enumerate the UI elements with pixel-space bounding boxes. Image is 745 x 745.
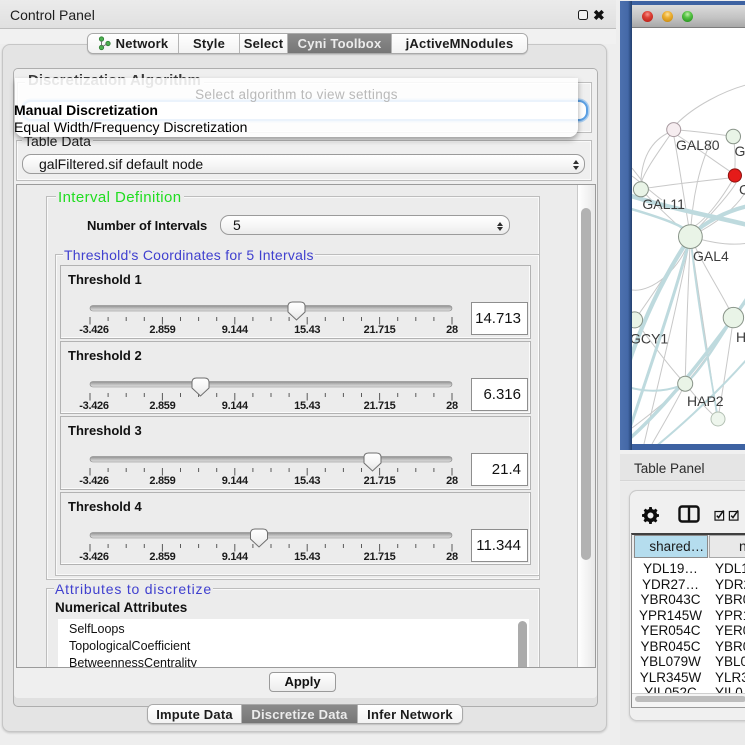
svg-text:15.43: 15.43 [294,475,320,487]
svg-text:H: H [736,329,745,345]
svg-text:15.43: 15.43 [294,400,320,412]
svg-text:21.715: 21.715 [364,475,396,487]
svg-text:9.144: 9.144 [222,324,249,336]
svg-text:2.859: 2.859 [149,400,175,412]
svg-text:HAP2: HAP2 [687,393,724,409]
svg-text:2.859: 2.859 [149,551,175,563]
svg-text:2.859: 2.859 [149,475,175,487]
svg-text:28: 28 [446,475,458,487]
svg-text:21.715: 21.715 [364,324,396,336]
svg-text:9.144: 9.144 [222,475,249,487]
svg-text:-3.426: -3.426 [79,475,109,487]
svg-text:2.859: 2.859 [149,324,175,336]
svg-text:9.144: 9.144 [222,551,249,563]
svg-text:15.43: 15.43 [294,551,320,563]
svg-text:21.715: 21.715 [364,551,396,563]
svg-text:GAL80: GAL80 [676,137,720,153]
svg-text:28: 28 [446,400,458,412]
svg-text:C: C [739,182,745,198]
svg-text:15.43: 15.43 [294,324,320,336]
svg-text:9.144: 9.144 [222,400,249,412]
svg-text:GAL11: GAL11 [642,196,685,212]
svg-text:-3.426: -3.426 [79,551,109,563]
svg-text:-3.426: -3.426 [79,324,109,336]
svg-text:28: 28 [446,324,458,336]
svg-text:21.715: 21.715 [364,400,396,412]
svg-text:GCY1: GCY1 [632,331,668,347]
svg-text:28: 28 [446,551,458,563]
svg-text:GA: GA [735,143,745,159]
svg-text:-3.426: -3.426 [79,400,109,412]
svg-text:GAL4: GAL4 [693,248,729,264]
